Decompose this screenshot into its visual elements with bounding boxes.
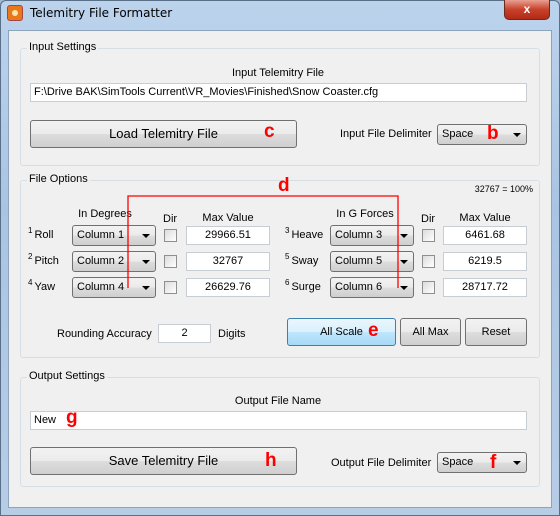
annotation-e: e [368,320,379,341]
annotation-h: h [265,450,277,471]
annotation-d: d [278,175,290,196]
annotation-f: f [490,452,497,473]
annotation-bracket [127,195,399,288]
annotation-c: c [264,121,275,142]
annotation-g: g [66,407,78,428]
annotation-b: b [487,123,499,144]
